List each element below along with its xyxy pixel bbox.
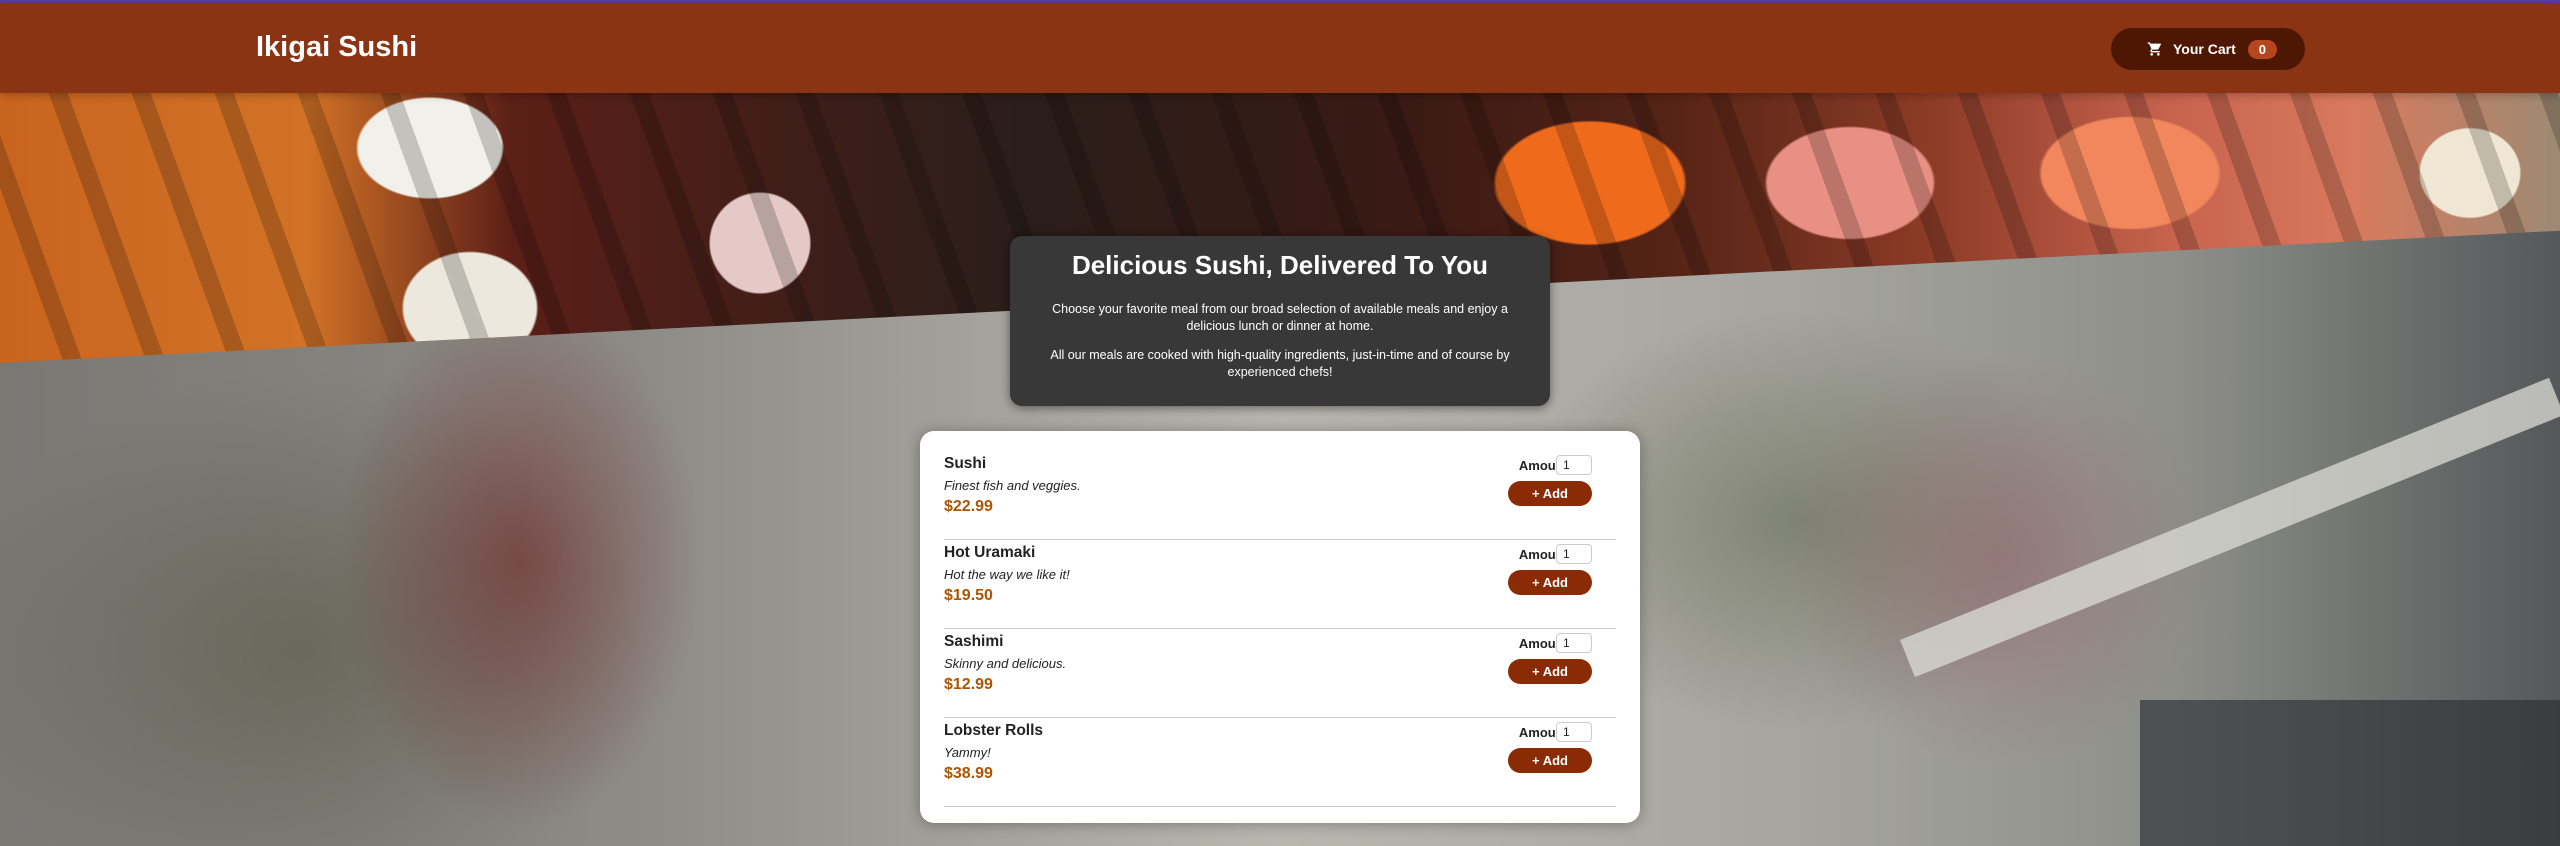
summary-paragraph: All our meals are cooked with high-quali…	[1050, 348, 1510, 379]
background-shadow	[2140, 700, 2560, 846]
amount-input[interactable]	[1556, 544, 1592, 564]
meal-price: $12.99	[944, 676, 993, 693]
meal-price: $22.99	[944, 498, 993, 515]
cart-label: Your Cart	[2173, 41, 2236, 57]
summary-paragraph: Choose your favorite meal from our broad…	[1052, 302, 1508, 333]
amount-input[interactable]	[1556, 633, 1592, 653]
amount-input[interactable]	[1556, 722, 1592, 742]
meal-item: Lobster Rolls Yammy! $38.99 Amount + Add	[944, 718, 1616, 807]
meal-item: Sushi Finest fish and veggies. $22.99 Am…	[944, 451, 1616, 540]
meals-summary: Delicious Sushi, Delivered To You Choose…	[1010, 236, 1550, 406]
cart-icon	[2147, 42, 2161, 56]
cart-button[interactable]: Your Cart 0	[2111, 28, 2305, 70]
meal-description: Finest fish and veggies.	[944, 478, 1081, 493]
meal-description: Skinny and delicious.	[944, 656, 1067, 671]
add-to-cart-button[interactable]: + Add	[1508, 659, 1592, 684]
add-to-cart-button[interactable]: + Add	[1508, 481, 1592, 506]
meal-price: $38.99	[944, 765, 993, 782]
background-shelf	[1900, 377, 2560, 678]
meals-list: Sushi Finest fish and veggies. $22.99 Am…	[944, 451, 1616, 807]
summary-title: Delicious Sushi, Delivered To You	[1071, 250, 1489, 280]
available-meals-card: Sushi Finest fish and veggies. $22.99 Am…	[920, 431, 1640, 823]
meal-description: Hot the way we like it!	[944, 567, 1070, 582]
meal-name: Sashimi	[944, 633, 1004, 650]
brand-title: Ikigai Sushi	[256, 31, 418, 63]
meal-item: Hot Uramaki Hot the way we like it! $19.…	[944, 540, 1616, 629]
app-header: Ikigai Sushi Your Cart 0	[0, 3, 2560, 93]
cart-count-badge: 0	[2247, 39, 2277, 59]
meal-name: Lobster Rolls	[944, 722, 1044, 739]
meal-name: Hot Uramaki	[944, 544, 1036, 561]
meal-price: $19.50	[944, 587, 993, 604]
amount-input[interactable]	[1556, 455, 1592, 475]
meal-item: Sashimi Skinny and delicious. $12.99 Amo…	[944, 629, 1616, 718]
meal-description: Yammy!	[944, 745, 991, 760]
add-to-cart-button[interactable]: + Add	[1508, 748, 1592, 773]
add-to-cart-button[interactable]: + Add	[1508, 570, 1592, 595]
meal-name: Sushi	[944, 455, 987, 472]
